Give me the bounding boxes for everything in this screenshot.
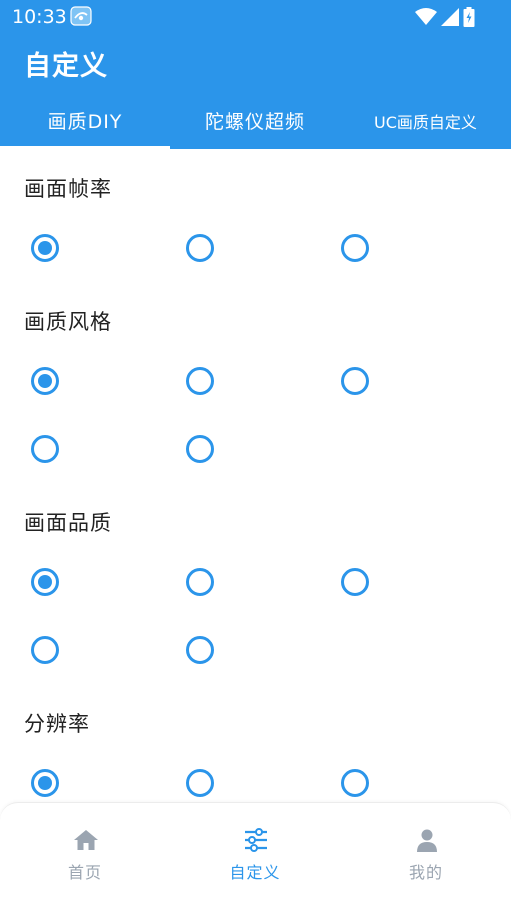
resolution-radio-1[interactable]: [31, 769, 59, 797]
tab-bar: 画质DIY 陀螺仪超频 UC画质自定义: [0, 92, 511, 149]
app-notification-icon: [70, 6, 92, 26]
home-icon: [74, 830, 98, 850]
nav-mine[interactable]: 我的: [341, 803, 511, 908]
tab-uc-quality-custom[interactable]: UC画质自定义: [340, 92, 511, 149]
page-title: 自定义: [24, 51, 108, 82]
picture-quality-radio-1[interactable]: [31, 568, 59, 596]
picture-quality-radio-4[interactable]: [31, 636, 59, 664]
section-title-frame-rate: 画面帧率: [24, 177, 112, 201]
frame-rate-radio-3[interactable]: [341, 234, 369, 262]
quality-style-radio-4[interactable]: [31, 435, 59, 463]
picture-quality-radio-2[interactable]: [186, 568, 214, 596]
quality-style-radio-2[interactable]: [186, 367, 214, 395]
quality-style-radio-3[interactable]: [341, 367, 369, 395]
picture-quality-radio-5[interactable]: [186, 636, 214, 664]
status-bar: 10:33: [0, 0, 511, 34]
resolution-radio-2[interactable]: [186, 769, 214, 797]
bottom-navigation: 首页 自定义 我的: [0, 802, 511, 908]
section-title-picture-quality: 画面品质: [24, 511, 112, 535]
frame-rate-radio-2[interactable]: [186, 234, 214, 262]
frame-rate-radio-1[interactable]: [31, 234, 59, 262]
nav-home[interactable]: 首页: [0, 803, 170, 908]
quality-style-radio-1[interactable]: [31, 367, 59, 395]
tab-gyroscope-overclock[interactable]: 陀螺仪超频: [170, 92, 340, 149]
cell-signal-icon: [441, 8, 459, 26]
app-bar: 自定义: [0, 34, 511, 92]
section-title-resolution: 分辨率: [24, 712, 90, 736]
settings-content[interactable]: 画面帧率 画质风格 画面品质 分辨率: [0, 149, 511, 802]
nav-custom-label: 自定义: [229, 863, 281, 882]
nav-home-label: 首页: [67, 863, 102, 882]
picture-quality-radio-3[interactable]: [341, 568, 369, 596]
section-title-quality-style: 画质风格: [24, 310, 112, 334]
battery-icon: [463, 7, 475, 27]
resolution-radio-3[interactable]: [341, 769, 369, 797]
nav-custom[interactable]: 自定义: [170, 803, 340, 908]
nav-mine-label: 我的: [408, 863, 443, 882]
status-time: 10:33: [12, 6, 67, 28]
person-icon: [417, 829, 437, 852]
tab-quality-diy[interactable]: 画质DIY: [0, 92, 170, 149]
wifi-icon: [415, 8, 437, 25]
sliders-icon: [245, 828, 267, 852]
quality-style-radio-5[interactable]: [186, 435, 214, 463]
system-icons: [415, 7, 475, 27]
